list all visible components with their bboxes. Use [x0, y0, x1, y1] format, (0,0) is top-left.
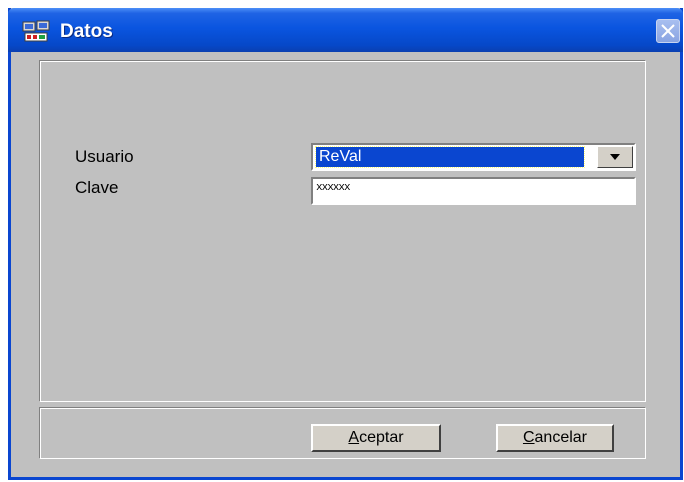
aceptar-button[interactable]: Aceptar: [311, 424, 441, 452]
clave-password-field[interactable]: xxxxxx: [311, 177, 636, 205]
cancelar-mnemonic: C: [522, 429, 535, 446]
clave-label: Clave: [75, 178, 119, 197]
window-title: Datos: [60, 21, 113, 42]
computer-network-icon: [22, 20, 50, 42]
aceptar-mnemonic: A: [348, 429, 360, 446]
usuario-combobox[interactable]: ReVal: [311, 143, 636, 171]
close-button[interactable]: [656, 19, 680, 43]
cancelar-button[interactable]: Cancelar: [496, 424, 614, 452]
aceptar-label: ceptar: [359, 429, 404, 446]
combo-dropdown-button[interactable]: [597, 146, 633, 168]
credentials-group: [39, 60, 646, 402]
cancelar-label: ancelar: [534, 429, 588, 446]
dialog-body: Usuario Clave ReVal xxxxxx Aceptar Cance…: [11, 52, 680, 477]
title-bar[interactable]: Datos: [8, 8, 683, 52]
usuario-selected-value: ReVal: [315, 146, 585, 168]
usuario-label: Usuario: [75, 147, 134, 166]
